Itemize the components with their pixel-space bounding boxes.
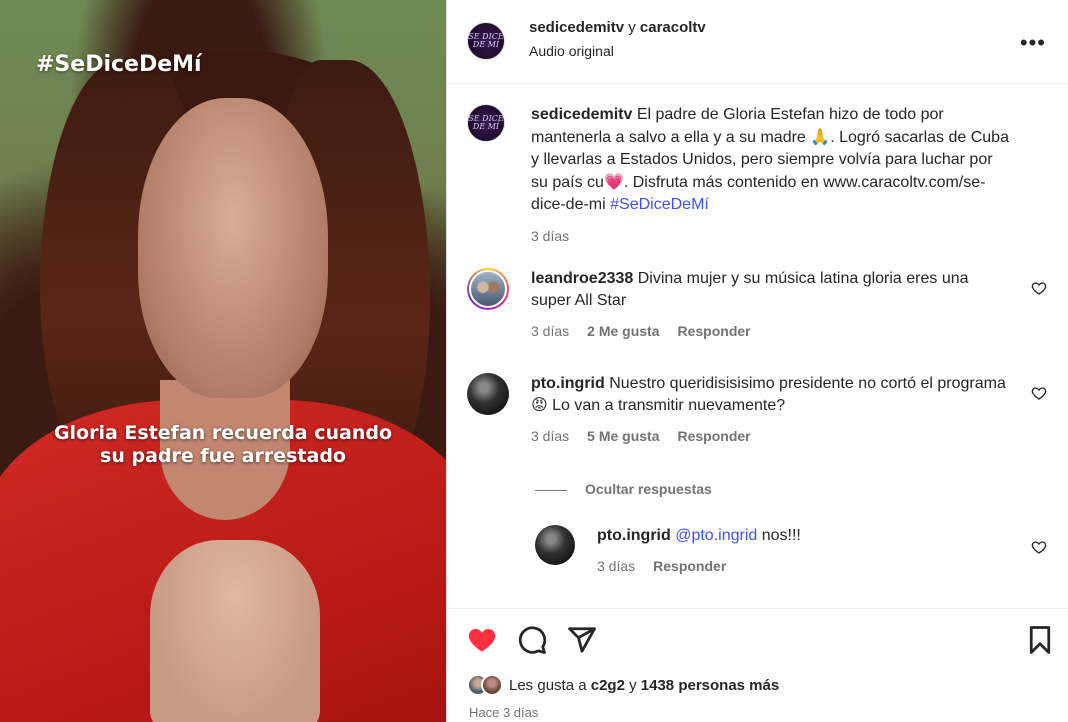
reply-meta: 3 días Responder [597,555,1017,577]
video-caption: Gloria Estefan recuerda cuando su padre … [0,422,446,468]
video-visual [138,98,328,398]
liker-avatar [481,674,503,696]
heart-emoji: 💗 [603,173,624,191]
reply-body: nos!!! [757,527,801,544]
share-icon[interactable] [567,625,597,655]
video-visual [150,540,320,722]
comment-text: leandroe2338 Divina mujer y su música la… [531,268,1011,342]
heart-filled-icon[interactable] [467,625,497,655]
heart-outline-icon[interactable] [1031,385,1047,401]
author-names: sedicedemitv y caracoltv [529,19,706,36]
post-header: SE DICE DE MÍ sedicedemitv y caracoltv A… [447,0,1068,84]
author-link[interactable]: sedicedemitv [529,19,624,36]
author-avatar[interactable]: SE DICE DE MÍ [467,104,505,142]
reply-button[interactable]: Responder [678,428,751,444]
angry-emoji: 😡 [531,397,548,414]
video-caption-line: Gloria Estefan recuerda cuando [53,422,393,444]
reply-mention[interactable]: @pto.ingrid [675,527,757,544]
heart-outline-icon[interactable] [1031,539,1047,555]
caption-username[interactable]: sedicedemitv [531,106,632,123]
comment-body: Lo van a transmitir nuevamente? [547,397,786,414]
author-avatar-logo-text: SE DICE DE MÍ [468,32,504,49]
likes-mid: y [624,676,641,694]
hide-replies-button[interactable]: Ocultar respuestas [535,481,712,497]
reply-button[interactable]: Responder [678,323,751,339]
post-panel: SE DICE DE MÍ sedicedemitv y caracoltv A… [446,0,1068,722]
post-time[interactable]: Hace 3 días [469,705,538,720]
video-hashtag-overlay: #SeDiceDeMí [36,52,202,77]
video-caption-line: su padre fue arrestado [100,445,346,467]
likes-summary[interactable]: Les gusta a c2g2 y 1438 personas más [467,674,779,696]
comment-meta: 3 días 5 Me gusta Responder [531,425,1011,447]
comment-username[interactable]: leandroe2338 [531,270,633,287]
likes-prefix: Les gusta a [509,676,591,694]
bookmark-icon[interactable] [1025,625,1055,655]
post-video[interactable]: #SeDiceDeMí Gloria Estefan recuerda cuan… [0,0,446,722]
reply-time[interactable]: 3 días [597,558,635,574]
comment-likes[interactable]: 5 Me gusta [587,428,659,444]
comment-time[interactable]: 3 días [531,428,569,444]
audio-link[interactable]: Audio original [529,43,614,59]
caption-hashtag[interactable]: #SeDiceDeMí [610,196,709,213]
likes-count[interactable]: 1438 personas más [641,677,779,694]
comment-text: pto.ingrid Nuestro queridisisisimo presi… [531,373,1011,447]
pray-emoji: 🙏 [810,128,831,146]
comment-time[interactable]: 3 días [531,323,569,339]
divider-line [535,489,567,491]
author-avatar[interactable]: SE DICE DE MÍ [467,22,505,60]
heart-outline-icon[interactable] [1031,280,1047,296]
liker-username[interactable]: c2g2 [591,677,625,694]
comment-likes[interactable]: 2 Me gusta [587,323,659,339]
caption-text: sedicedemitv El padre de Gloria Estefan … [531,104,1011,247]
post-actions [447,608,1068,668]
reply-text: pto.ingrid @pto.ingrid nos!!! 3 días Resp… [597,525,1017,577]
reply-avatar[interactable] [535,525,575,565]
collaborator-link[interactable]: caracoltv [640,19,706,36]
commenter-avatar[interactable] [467,268,509,310]
caption-time[interactable]: 3 días [531,228,569,244]
reply-username[interactable]: pto.ingrid [597,527,671,544]
more-options-icon[interactable]: ••• [1020,30,1046,56]
caption-meta: 3 días [531,225,1011,248]
author-avatar-logo-text: SE DICE DE MÍ [468,114,504,131]
comments-section: SE DICE DE MÍ sedicedemitv El padre de G… [447,84,1068,608]
comment-body: Nuestro queridisisisimo presidente no co… [604,375,1006,392]
likes-text: Les gusta a c2g2 y 1438 personas más [509,677,779,694]
reply-button[interactable]: Responder [653,558,726,574]
commenter-avatar-image [469,270,507,308]
commenter-avatar[interactable] [467,373,509,415]
author-separator: y [624,19,640,36]
comment-username[interactable]: pto.ingrid [531,375,605,392]
comment-icon[interactable] [517,625,547,655]
comment-meta: 3 días 2 Me gusta Responder [531,320,1011,342]
hide-replies-label: Ocultar respuestas [585,481,712,497]
